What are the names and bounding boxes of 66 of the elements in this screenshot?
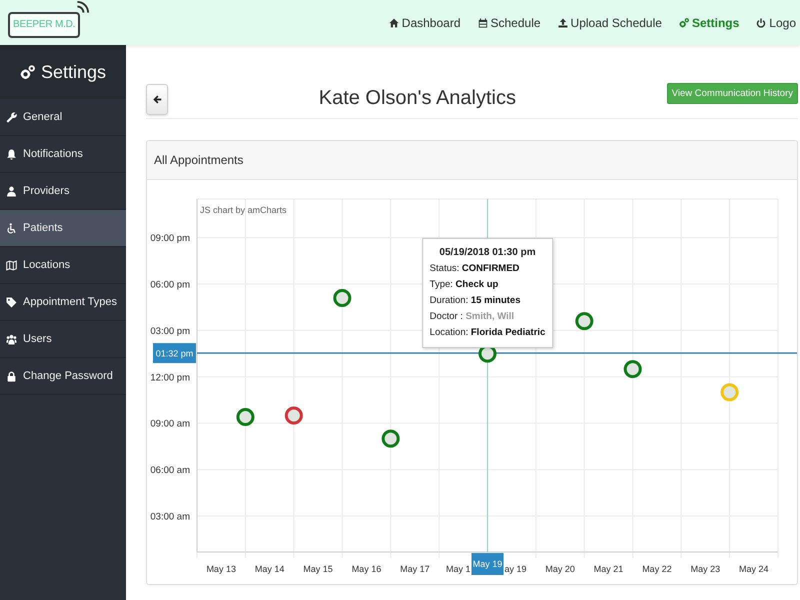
axis-label: 12:00 pm	[150, 372, 190, 384]
cursor-value-label: 01:32 pm	[153, 343, 196, 364]
data-point[interactable]	[284, 406, 303, 424]
nav-link[interactable]: Schedule	[478, 16, 541, 30]
axis-label: May 22	[642, 564, 672, 574]
sidebar-item[interactable]: Patients	[0, 210, 126, 247]
wrench-icon	[6, 112, 17, 122]
sidebar-item[interactable]: Notifications	[0, 136, 126, 173]
sidebar-item[interactable]: Appointment Types	[0, 284, 126, 321]
tooltip-line: Duration: 15 minutes	[430, 294, 522, 308]
upload-icon	[558, 18, 568, 28]
lock-icon	[6, 370, 17, 382]
sidebar-item[interactable]: Users	[0, 321, 126, 358]
sidebar-title: Settings	[40, 62, 106, 82]
bell-icon	[6, 148, 17, 160]
tag-icon	[6, 296, 17, 308]
users-icon	[6, 334, 17, 344]
sidebar-item[interactable]: Locations	[0, 247, 126, 284]
axis-label: May 15	[303, 564, 333, 574]
data-point[interactable]	[624, 360, 642, 378]
axis-label: 06:00 am	[150, 465, 190, 476]
signal-icon	[76, 1, 90, 14]
chart-credit: JS chart by amCharts	[200, 205, 287, 215]
data-point[interactable]	[575, 312, 594, 330]
axis-label: May 14	[254, 564, 284, 574]
nav-link[interactable]: Dashboard	[388, 16, 460, 30]
nav-link[interactable]: Logo	[756, 16, 796, 30]
axis-label: ay 19	[504, 564, 527, 574]
axis-label: 03:00 pm	[150, 326, 190, 337]
axis-label: 09:00 am	[150, 418, 190, 430]
tooltip-line: Doctor : Smith, Will	[430, 310, 516, 324]
cursor-date-label: May 19	[472, 553, 504, 575]
gears-icon	[678, 18, 689, 28]
tooltip-line: Type: Check up	[430, 278, 500, 292]
axis-label: 03:00 am	[150, 511, 190, 522]
panel-header: All Appointments	[147, 141, 797, 180]
user-icon	[6, 186, 17, 196]
calendar-icon	[478, 18, 488, 28]
wheelchair-icon	[6, 222, 17, 234]
home-icon	[388, 18, 399, 28]
gears-icon	[20, 64, 35, 80]
data-point[interactable]	[236, 408, 254, 426]
map-icon	[6, 260, 17, 270]
axis-label: May 17	[400, 564, 430, 574]
tooltip-title: 05/19/2018 01:30 pm	[438, 246, 537, 260]
axis-label: May 20	[545, 564, 575, 574]
tooltip-line: Status: CONFIRMED	[430, 262, 520, 276]
page-title: Kate Olson's Analytics	[318, 86, 517, 111]
sidebar-item[interactable]: Change Password	[0, 358, 126, 395]
axis-label: May 24	[739, 564, 769, 574]
axis-label: May 21	[594, 564, 624, 574]
axis-label: 06:00 pm	[150, 280, 190, 291]
nav-link[interactable]: Upload Schedule	[558, 16, 662, 30]
tooltip-line: Location: Florida Pediatric	[430, 326, 546, 340]
axis-label: May 16	[352, 564, 382, 574]
axis-label: 09:00 pm	[150, 233, 190, 244]
data-point[interactable]	[382, 430, 400, 448]
axis-label: May 1	[446, 564, 470, 574]
nav-link[interactable]: Settings	[678, 16, 740, 30]
axis-label: May 13	[206, 564, 236, 574]
back-button[interactable]	[146, 84, 168, 115]
axis-label: May 23	[690, 564, 720, 574]
power-icon	[756, 18, 766, 28]
sidebar-item[interactable]: General	[0, 99, 126, 136]
back-arrow-icon	[152, 95, 162, 104]
data-point[interactable]	[333, 288, 352, 307]
